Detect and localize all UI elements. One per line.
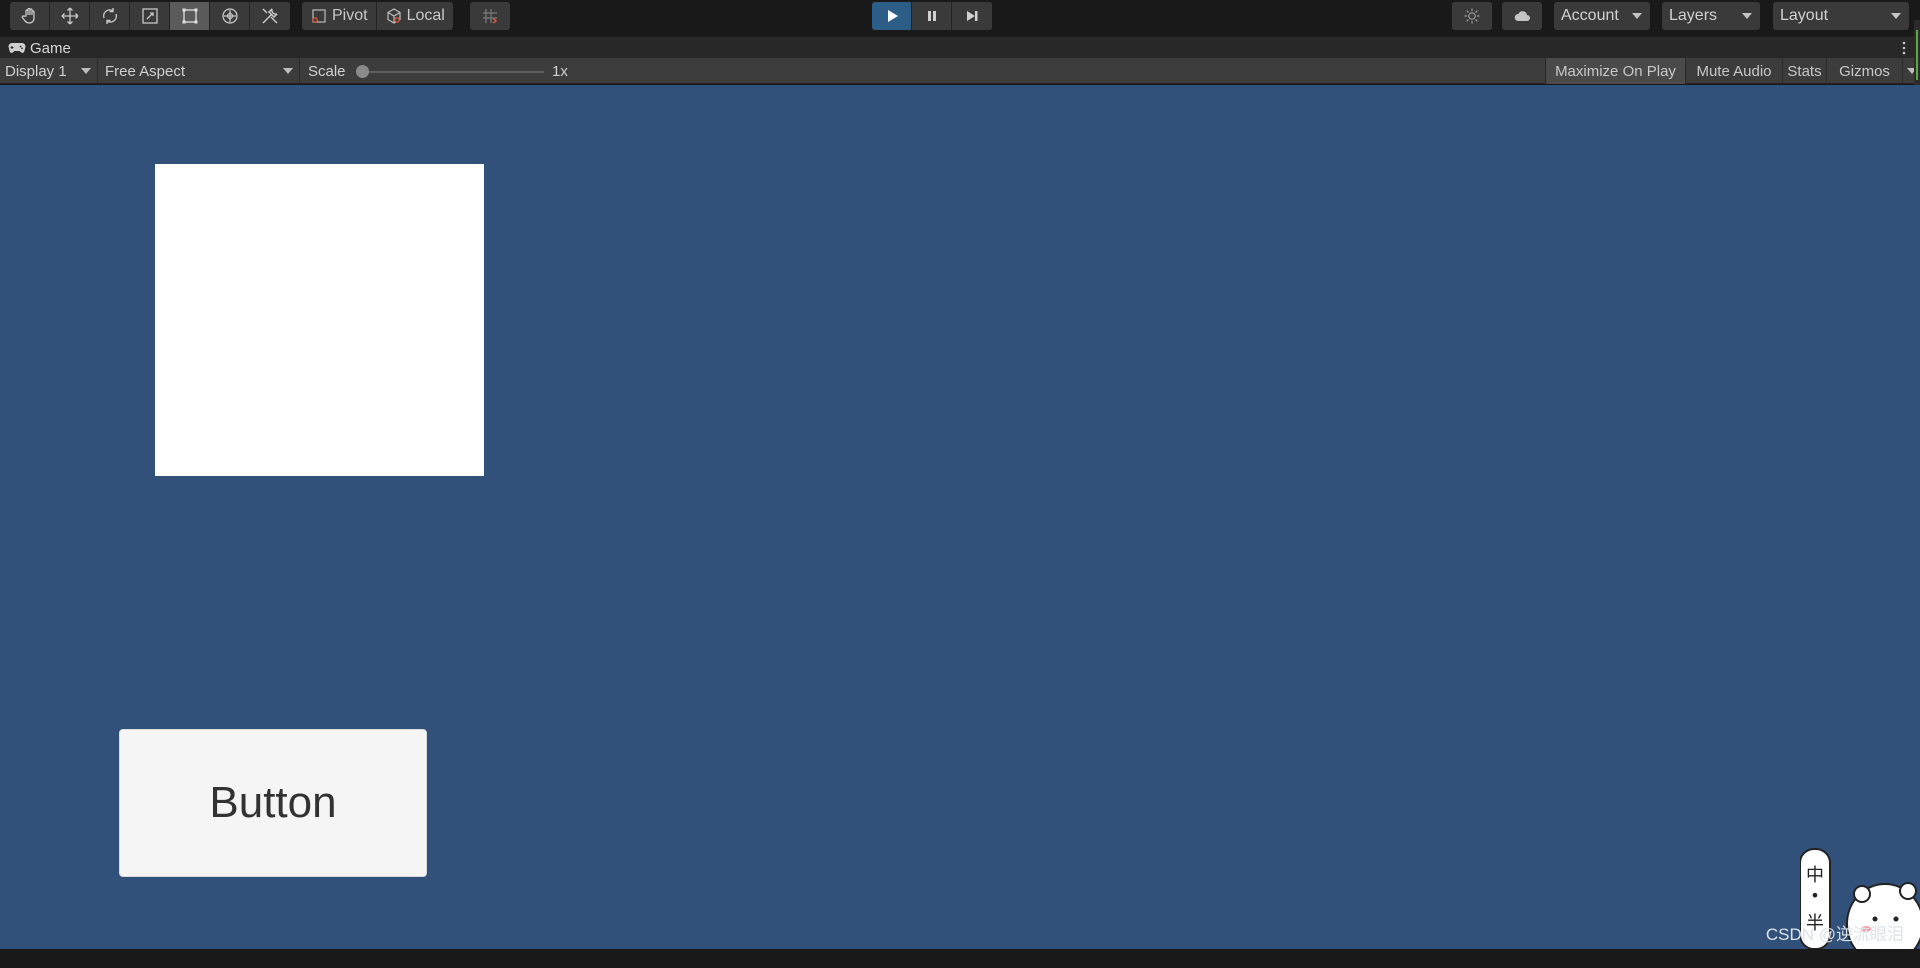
rect-transform-icon	[182, 8, 197, 24]
watermark-text: CSDN @逆流眼泪	[1765, 925, 1904, 944]
chevron-down-icon	[1891, 13, 1901, 19]
chevron-down-icon	[283, 68, 293, 74]
layout-dropdown[interactable]: Layout	[1773, 2, 1909, 30]
pivot-label: Pivot	[332, 7, 368, 24]
game-tab-bar: Game	[0, 36, 1920, 58]
scale-slider-track[interactable]	[360, 71, 544, 73]
custom-tool-button[interactable]	[250, 2, 290, 30]
local-toggle[interactable]: Local	[377, 2, 453, 30]
mute-audio-toggle[interactable]: Mute Audio	[1685, 58, 1782, 84]
layers-label: Layers	[1669, 7, 1718, 24]
gamepad-icon	[8, 43, 26, 53]
local-cube-icon	[386, 8, 401, 24]
account-dropdown[interactable]: Account	[1554, 2, 1650, 30]
rotate-tool-button[interactable]	[90, 2, 130, 30]
move-icon	[61, 7, 78, 25]
tab-game-label: Game	[30, 39, 71, 57]
chevron-down-icon	[1632, 13, 1642, 19]
chevron-down-icon	[1742, 13, 1752, 19]
hand-tool-button[interactable]	[10, 2, 50, 30]
game-ui-button[interactable]: Button	[119, 729, 427, 877]
play-icon	[887, 10, 898, 22]
step-icon	[967, 11, 978, 21]
tab-game[interactable]: Game	[8, 37, 71, 59]
level-bar	[1916, 30, 1918, 80]
scale-value: 1x	[552, 62, 568, 80]
pause-icon	[927, 11, 936, 21]
display-label: Display 1	[5, 62, 67, 80]
svg-text:•: •	[1810, 886, 1819, 905]
transform-tool-button[interactable]	[210, 2, 250, 30]
more-options-icon[interactable]	[1902, 40, 1906, 56]
grid-snap-button[interactable]	[470, 2, 510, 30]
ui-image	[155, 164, 484, 476]
rotate-icon	[102, 8, 117, 24]
pause-button[interactable]	[912, 2, 952, 30]
transform-icon	[221, 8, 238, 24]
aspect-dropdown[interactable]: Free Aspect	[100, 58, 300, 84]
mute-audio-label: Mute Audio	[1696, 62, 1772, 80]
account-label: Account	[1561, 7, 1619, 24]
play-button[interactable]	[872, 2, 912, 30]
svg-text:中: 中	[1806, 865, 1824, 886]
playmode-controls	[872, 2, 992, 30]
grid-snap-group	[470, 2, 510, 30]
lighting-button[interactable]	[1452, 2, 1492, 30]
bottom-strip	[0, 949, 1920, 968]
scale-icon	[141, 8, 158, 24]
gizmos-label: Gizmos	[1839, 62, 1890, 80]
pivot-local-group: Pivot Local	[302, 2, 453, 30]
pivot-icon	[312, 9, 326, 23]
layers-dropdown[interactable]: Layers	[1662, 2, 1760, 30]
pivot-toggle[interactable]: Pivot	[302, 2, 377, 30]
game-view-toolbar: Display 1 Free Aspect Scale 1x Maximize …	[0, 58, 1920, 84]
game-ui-button-label: Button	[209, 778, 337, 827]
maximize-on-play-label: Maximize On Play	[1555, 62, 1676, 80]
aspect-label: Free Aspect	[105, 62, 186, 80]
rect-tool-button[interactable]	[170, 2, 210, 30]
local-label: Local	[406, 7, 445, 24]
audio-level-meter	[1914, 20, 1920, 90]
stats-toggle[interactable]: Stats	[1782, 58, 1826, 84]
gizmos-toggle[interactable]: Gizmos	[1826, 58, 1902, 84]
hand-icon	[21, 7, 35, 24]
move-tool-button[interactable]	[50, 2, 90, 30]
cloud-button[interactable]	[1502, 2, 1542, 30]
display-dropdown[interactable]: Display 1	[0, 58, 98, 84]
scale-label: Scale	[308, 62, 346, 80]
sun-icon	[1464, 8, 1480, 24]
maximize-on-play-toggle[interactable]: Maximize On Play	[1545, 58, 1685, 84]
stats-label: Stats	[1787, 62, 1822, 80]
transform-tools-group	[10, 2, 290, 30]
layout-label: Layout	[1780, 7, 1829, 24]
main-toolbar: Pivot Local Account Layers Layout	[0, 0, 1920, 32]
cloud-icon	[1514, 11, 1530, 21]
grid-snap-icon	[483, 9, 498, 24]
step-button[interactable]	[952, 2, 992, 30]
game-viewport[interactable]: Button 中 • 半 CSDN @逆流眼泪	[0, 85, 1920, 949]
chevron-down-icon	[81, 68, 91, 74]
scale-tool-button[interactable]	[130, 2, 170, 30]
scale-slider-thumb[interactable]	[356, 65, 369, 78]
tools-icon	[262, 8, 278, 24]
